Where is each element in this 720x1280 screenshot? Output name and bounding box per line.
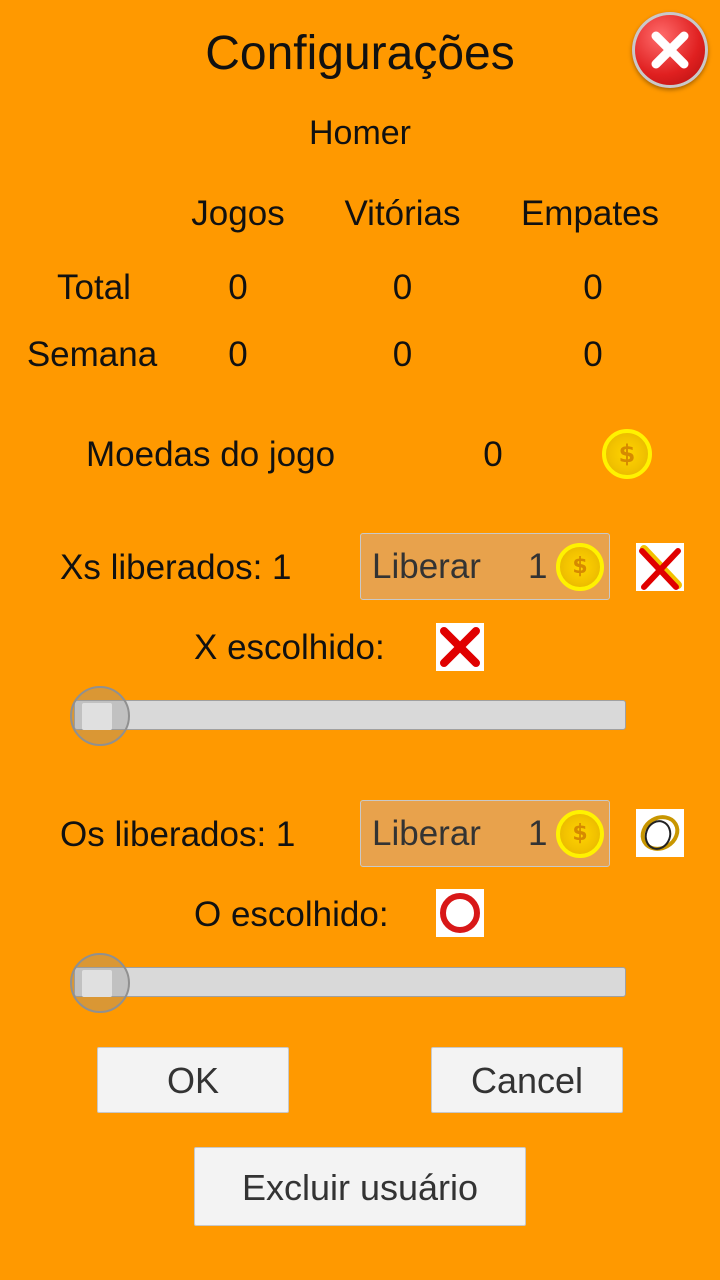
- o-piece-icon: [640, 815, 680, 851]
- unlock-x-button-label: Liberar: [372, 547, 481, 586]
- close-icon: [651, 31, 689, 69]
- coin-icon: $: [556, 810, 604, 858]
- coins-value: 0: [483, 435, 503, 474]
- coins-label: Moedas do jogo: [86, 435, 336, 474]
- unlock-x-button[interactable]: Liberar 1 $: [360, 533, 610, 600]
- unlock-o-cost: 1: [528, 814, 548, 853]
- unlock-o-button-label: Liberar: [372, 814, 481, 853]
- o-piece-icon: [440, 893, 480, 933]
- coin-icon: $: [602, 429, 652, 479]
- x-piece-icon: [440, 627, 480, 667]
- total-wins-value: 0: [392, 268, 413, 307]
- total-games-value: 0: [228, 268, 248, 307]
- total-draws-value: 0: [583, 268, 603, 307]
- o-unlocked-label: Os liberados: 1: [60, 815, 296, 854]
- delete-user-button[interactable]: Excluir usuário: [194, 1147, 526, 1226]
- x-unlocked-label: Xs liberados: 1: [60, 548, 292, 587]
- user-name: Homer: [308, 114, 412, 152]
- x-chosen-tile: [436, 623, 484, 671]
- ok-button[interactable]: OK: [97, 1047, 289, 1113]
- column-header-draws: Empates: [520, 194, 660, 233]
- o-style-slider-handle[interactable]: [70, 953, 130, 1013]
- o-style-slider[interactable]: [74, 967, 626, 997]
- x-piece-icon: [639, 545, 682, 590]
- coin-icon: $: [556, 543, 604, 591]
- row-label-total: Total: [57, 268, 131, 307]
- page-title: Configurações: [205, 27, 515, 80]
- o-chosen-label: O escolhido:: [194, 895, 389, 934]
- x-style-slider-handle[interactable]: [70, 686, 130, 746]
- slider-knob: [82, 703, 112, 730]
- unlock-x-cost: 1: [528, 547, 548, 586]
- week-wins-value: 0: [392, 335, 413, 374]
- cancel-button[interactable]: Cancel: [431, 1047, 623, 1113]
- week-games-value: 0: [228, 335, 248, 374]
- o-chosen-tile: [436, 889, 484, 937]
- column-header-wins: Vitórias: [344, 194, 461, 233]
- unlock-o-button[interactable]: Liberar 1 $: [360, 800, 610, 867]
- row-label-week: Semana: [26, 335, 158, 374]
- o-next-preview-tile: [636, 809, 684, 857]
- column-header-games: Jogos: [191, 194, 285, 233]
- x-style-slider[interactable]: [74, 700, 626, 730]
- close-button[interactable]: [632, 12, 708, 88]
- x-next-preview-tile: [636, 543, 684, 591]
- week-draws-value: 0: [583, 335, 603, 374]
- x-chosen-label: X escolhido:: [194, 628, 385, 667]
- slider-knob: [82, 970, 112, 997]
